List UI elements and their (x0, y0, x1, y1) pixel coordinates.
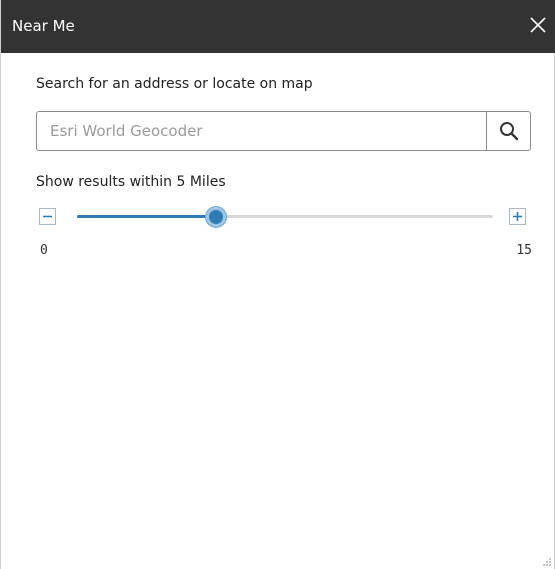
radius-slider[interactable] (77, 206, 493, 228)
search-radius-label: Show results within 5 Miles (36, 174, 226, 190)
slider-min-label: 0 (40, 243, 48, 258)
resize-grip-icon[interactable] (540, 555, 552, 567)
search-box (36, 111, 531, 151)
increase-radius-button[interactable] (509, 208, 526, 225)
close-icon (530, 17, 546, 33)
close-button[interactable] (525, 12, 551, 38)
search-label: Search for an address or locate on map (36, 76, 313, 92)
slider-max-label: 15 (516, 243, 532, 258)
search-icon (500, 122, 519, 141)
search-input[interactable] (38, 113, 485, 149)
slider-fill (77, 215, 216, 218)
plus-icon (513, 212, 522, 221)
minus-icon (43, 215, 52, 218)
search-button[interactable] (486, 112, 530, 150)
decrease-radius-button[interactable] (39, 208, 56, 225)
near-me-panel: Near Me Search for an address or locate … (0, 0, 555, 569)
panel-header: Near Me (1, 0, 555, 53)
slider-handle[interactable] (205, 207, 226, 227)
panel-title: Near Me (12, 17, 75, 35)
